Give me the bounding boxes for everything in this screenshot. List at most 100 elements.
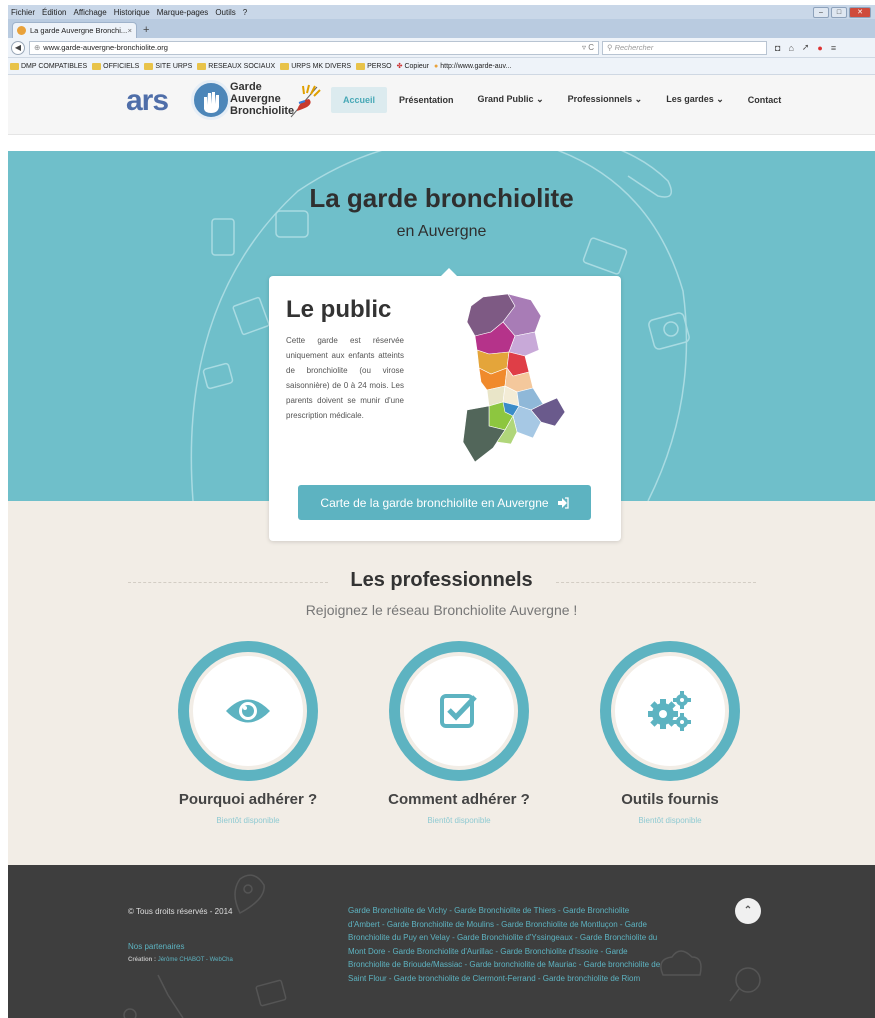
menu-hamburger-icon[interactable]: ≡ bbox=[831, 43, 836, 53]
bookmark-link[interactable]: ✤ Copieur bbox=[396, 62, 429, 71]
adblock-icon[interactable]: ● bbox=[817, 43, 822, 53]
hand-logo-icon[interactable] bbox=[191, 80, 231, 120]
menu-marque-pages[interactable]: Marque-pages bbox=[157, 8, 209, 17]
card-title: Le public bbox=[286, 296, 392, 323]
footer-gardes-links[interactable]: Garde Bronchiolite de Vichy - Garde Bron… bbox=[348, 904, 661, 985]
site-footer: © Tous droits réservés - 2014 Nos parten… bbox=[8, 865, 875, 1018]
bookmark-folder[interactable]: SITE URPS bbox=[144, 62, 193, 70]
feature-pourquoi[interactable]: Pourquoi adhérer ? Bientôt disponible bbox=[148, 641, 348, 825]
card-pointer bbox=[441, 268, 457, 276]
map-button-label: Carte de la garde bronchiolite en Auverg… bbox=[320, 495, 549, 510]
bookmark-folder[interactable]: PERSO bbox=[356, 62, 392, 70]
feature-subtitle: Bientôt disponible bbox=[427, 816, 491, 825]
auvergne-map-image[interactable] bbox=[453, 292, 573, 467]
feature-ring bbox=[389, 641, 529, 781]
pocket-icon[interactable]: ◘ bbox=[775, 43, 780, 53]
back-arrow-icon[interactable]: ◀ bbox=[11, 40, 25, 55]
copier-icon: ✤ bbox=[396, 63, 403, 70]
public-card: Le public Cette garde est réservée uniqu… bbox=[269, 268, 621, 541]
browser-window: Fichier Édition Affichage Historique Mar… bbox=[8, 5, 875, 1018]
copyright-text: © Tous droits réservés - 2014 bbox=[128, 907, 233, 916]
partners-link[interactable]: Nos partenaires bbox=[128, 942, 184, 951]
bookmark-link[interactable]: ● http://www.garde-auv... bbox=[434, 63, 511, 70]
ars-logo[interactable]: ars bbox=[126, 84, 169, 118]
feature-title: Pourquoi adhérer ? bbox=[178, 791, 318, 808]
menu-historique[interactable]: Historique bbox=[114, 8, 150, 17]
hero-subtitle: en Auvergne bbox=[396, 223, 487, 240]
menu-affichage[interactable]: Affichage bbox=[73, 8, 106, 17]
nav-les-gardes[interactable]: Les gardes ⌄ bbox=[654, 86, 736, 113]
feature-title: Outils fournis bbox=[621, 791, 719, 808]
chevron-down-icon: ⌄ bbox=[536, 94, 544, 104]
navigation-toolbar: ◀ ⊕ www.garde-auvergne-bronchiolite.org … bbox=[8, 38, 875, 58]
new-tab-button[interactable]: + bbox=[143, 22, 149, 38]
card-text: Cette garde est réservée uniquement aux … bbox=[286, 336, 404, 420]
globe-icon: ⊕ bbox=[34, 42, 41, 52]
credit-text: Création : Jérôme CHABOT - WebCha bbox=[128, 957, 233, 963]
window-controls: – □ ✕ bbox=[813, 7, 871, 18]
site-logo-text[interactable]: Garde Auvergne Bronchiolite bbox=[230, 81, 294, 117]
nav-contact[interactable]: Contact bbox=[736, 87, 794, 113]
checkbox-icon bbox=[440, 694, 477, 728]
feature-comment[interactable]: Comment adhérer ? Bientôt disponible bbox=[359, 641, 559, 825]
bookmark-label: URPS MK DIVERS bbox=[291, 62, 352, 70]
reload-icon[interactable]: ▿ C bbox=[582, 42, 598, 54]
menu-edition[interactable]: Édition bbox=[42, 8, 66, 17]
close-window-icon[interactable]: ✕ bbox=[849, 7, 871, 18]
nav-grand-public[interactable]: Grand Public ⌄ bbox=[466, 86, 556, 113]
credit-label: Création : bbox=[128, 957, 157, 963]
sign-in-icon bbox=[557, 496, 569, 509]
search-icon: ⚲ bbox=[607, 42, 615, 52]
browser-tab[interactable]: La garde Auvergne Bronchi... × bbox=[12, 22, 137, 38]
nav-accueil[interactable]: Accueil bbox=[331, 86, 388, 113]
feature-outils[interactable]: Outils fournis Bientôt disponible bbox=[570, 641, 770, 825]
tab-title: La garde Auvergne Bronchi... bbox=[30, 26, 128, 35]
nav-label: Grand Public bbox=[477, 94, 534, 104]
bookmark-folder[interactable]: OFFICIELS bbox=[92, 62, 139, 70]
home-icon[interactable]: ⌂ bbox=[788, 43, 793, 53]
site-header: ars Garde Auvergne Bronchiolite Accueil … bbox=[8, 75, 875, 135]
map-button[interactable]: Carte de la garde bronchiolite en Auverg… bbox=[298, 485, 591, 520]
section-title: Les professionnels bbox=[350, 569, 533, 591]
tab-strip: La garde Auvergne Bronchi... × + – □ ✕ bbox=[8, 7, 875, 38]
site-favicon-icon: ● bbox=[434, 62, 439, 70]
nav-presentation[interactable]: Présentation bbox=[387, 87, 466, 113]
bookmark-folder[interactable]: RESEAUX SOCIAUX bbox=[197, 62, 276, 70]
bookmark-folder[interactable]: URPS MK DIVERS bbox=[280, 62, 352, 70]
professionals-section: Les professionnels Rejoignez le réseau B… bbox=[8, 501, 875, 865]
bookmark-label: RESEAUX SOCIAUX bbox=[208, 62, 276, 70]
chevron-down-icon: ⌄ bbox=[716, 94, 724, 104]
search-input[interactable]: ⚲ Rechercher bbox=[602, 40, 767, 55]
nav-professionnels[interactable]: Professionnels ⌄ bbox=[556, 86, 655, 113]
feature-circle bbox=[611, 652, 729, 770]
logo-line: Bronchiolite bbox=[230, 105, 295, 117]
bookmark-label: Copieur bbox=[404, 62, 429, 70]
logo-line: Garde bbox=[230, 81, 262, 93]
urps-logo-icon[interactable] bbox=[287, 83, 323, 121]
folder-icon bbox=[280, 62, 290, 70]
bookmark-folder[interactable]: DMP COMPATIBLES bbox=[10, 62, 88, 70]
maximize-icon[interactable]: □ bbox=[831, 7, 847, 18]
main-nav: Accueil Présentation Grand Public ⌄ Prof… bbox=[331, 86, 793, 113]
bookmark-label: DMP COMPATIBLES bbox=[21, 62, 88, 70]
bookmark-label: SITE URPS bbox=[155, 62, 193, 70]
menu-bar: Fichier Édition Affichage Historique Mar… bbox=[8, 5, 875, 19]
url-bar[interactable]: ⊕ www.garde-auvergne-bronchiolite.org ▿ … bbox=[29, 40, 599, 55]
feature-circle bbox=[400, 652, 518, 770]
back-to-top-button[interactable]: ⌃ bbox=[735, 898, 761, 924]
url-text: www.garde-auvergne-bronchiolite.org bbox=[43, 42, 168, 52]
credit-link[interactable]: Jérôme CHABOT - WebCha bbox=[158, 957, 233, 963]
send-icon[interactable]: ➚ bbox=[802, 42, 810, 53]
feature-title: Comment adhérer ? bbox=[388, 791, 530, 808]
menu-help[interactable]: ? bbox=[243, 8, 247, 17]
tab-close-icon[interactable]: × bbox=[128, 26, 132, 35]
minimize-icon[interactable]: – bbox=[813, 7, 829, 18]
chevron-down-icon: ⌄ bbox=[634, 94, 643, 104]
hero-title: La garde bronchiolite bbox=[309, 183, 574, 213]
nav-label: Les gardes bbox=[666, 94, 714, 104]
feature-ring bbox=[600, 641, 740, 781]
menu-fichier[interactable]: Fichier bbox=[11, 8, 35, 17]
folder-icon bbox=[197, 62, 207, 70]
gears-icon bbox=[648, 691, 691, 731]
menu-outils[interactable]: Outils bbox=[215, 8, 235, 17]
